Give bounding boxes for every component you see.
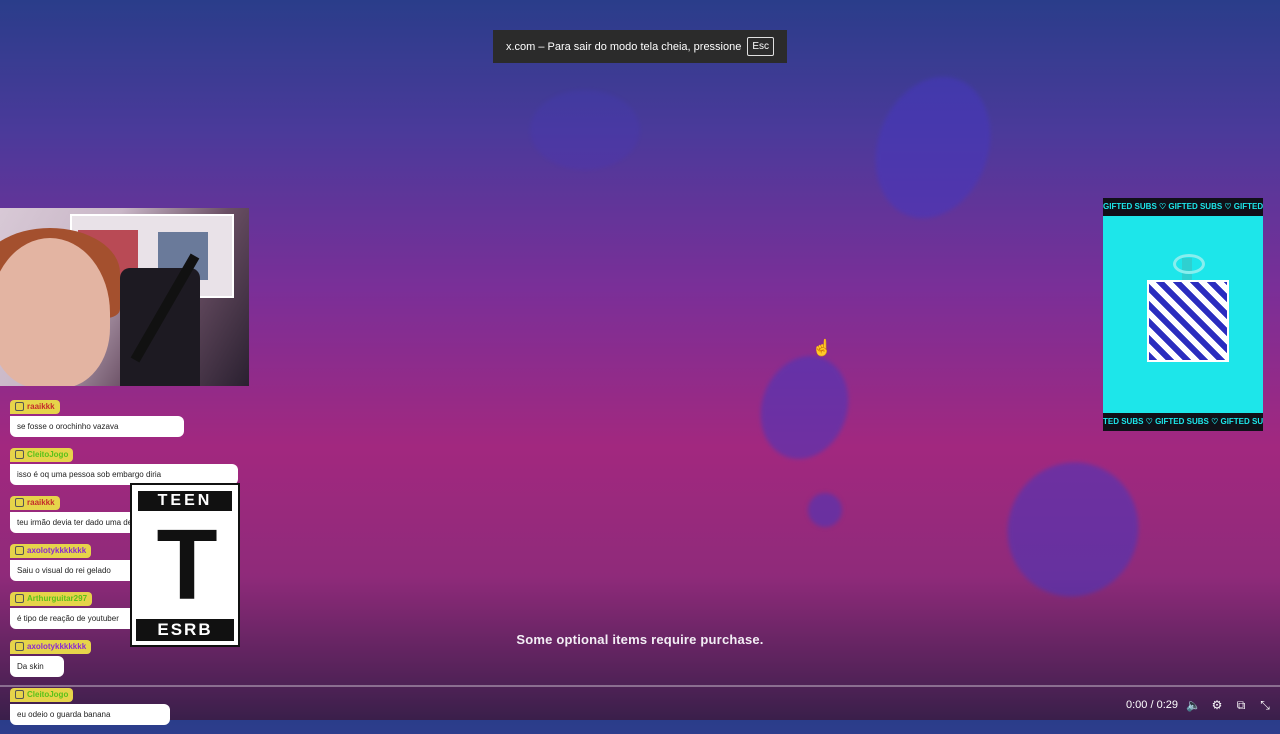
background-blob (746, 343, 863, 472)
chat-username: CleitoJogo (27, 450, 69, 459)
chat-username-tag: raaikkk (10, 495, 60, 510)
background-blob (530, 90, 640, 170)
chat-username: raaikkk (27, 498, 55, 507)
chat-username: raaikkk (27, 402, 55, 411)
video-player-controls: 0:00 / 0:29 🔈 ⚙ ⧉ ⤡ (0, 685, 1280, 720)
chat-message: CleitoJogo isso é oq uma pessoa sob emba… (10, 446, 250, 485)
esrb-rating-letter: T (156, 509, 218, 621)
chat-username-tag: CleitoJogo (10, 447, 74, 462)
time-display: 0:00 / 0:29 (1126, 699, 1178, 711)
chat-bubble: isso é oq uma pessoa sob embargo diria (10, 464, 238, 485)
hand-cursor-icon: ☝ (812, 340, 832, 357)
chat-username-tag: axolotykkkkkkk (10, 543, 92, 558)
purchase-disclaimer: Some optional items require purchase. (516, 632, 764, 647)
chat-username-tag: raaikkk (10, 399, 60, 414)
popout-icon[interactable]: ⧉ (1234, 698, 1248, 713)
badge-icon (15, 546, 24, 555)
badge-icon (15, 594, 24, 603)
gift-box-icon (1147, 280, 1229, 362)
fullscreen-toast: x.com – Para sair do modo tela cheia, pr… (493, 30, 787, 63)
badge-icon (15, 450, 24, 459)
gift-bow-icon (1173, 254, 1205, 274)
settings-icon[interactable]: ⚙ (1210, 698, 1224, 712)
esrb-rating-title: TEEN (138, 491, 232, 511)
badge-icon (15, 402, 24, 411)
chair (120, 268, 200, 386)
chat-username: axolotykkkkkkk (27, 546, 87, 555)
webcam-overlay (0, 208, 249, 386)
gifted-subs-banner-top: GIFTED SUBS ♡ GIFTED SUBS ♡ GIFTED SUBS (1103, 198, 1263, 216)
gifted-subs-banner-bottom: TED SUBS ♡ GIFTED SUBS ♡ GIFTED SUBS ♡ (1103, 413, 1263, 431)
volume-icon[interactable]: 🔈 (1186, 698, 1201, 712)
background-blob (808, 493, 842, 527)
chat-bubble: Da skin (10, 656, 64, 677)
chat-bubble: se fosse o orochinho vazava (10, 416, 184, 437)
chat-username-tag: Arthurguitar297 (10, 591, 93, 606)
chat-username: Arthurguitar297 (27, 594, 88, 603)
exit-fullscreen-icon[interactable]: ⤡ (1258, 698, 1272, 713)
gifted-subs-widget: GIFTED SUBS ♡ GIFTED SUBS ♡ GIFTED SUBS … (1103, 198, 1263, 431)
esrb-rating-badge: TEEN T ESRB (130, 483, 240, 647)
background-blob (856, 60, 1010, 235)
badge-icon (15, 498, 24, 507)
background-blob (985, 440, 1161, 619)
toast-text: x.com – Para sair do modo tela cheia, pr… (505, 40, 742, 53)
esc-key-label: Esc (747, 37, 775, 56)
progress-bar[interactable] (0, 685, 1280, 687)
chat-message: raaikkk se fosse o orochinho vazava (10, 398, 250, 437)
